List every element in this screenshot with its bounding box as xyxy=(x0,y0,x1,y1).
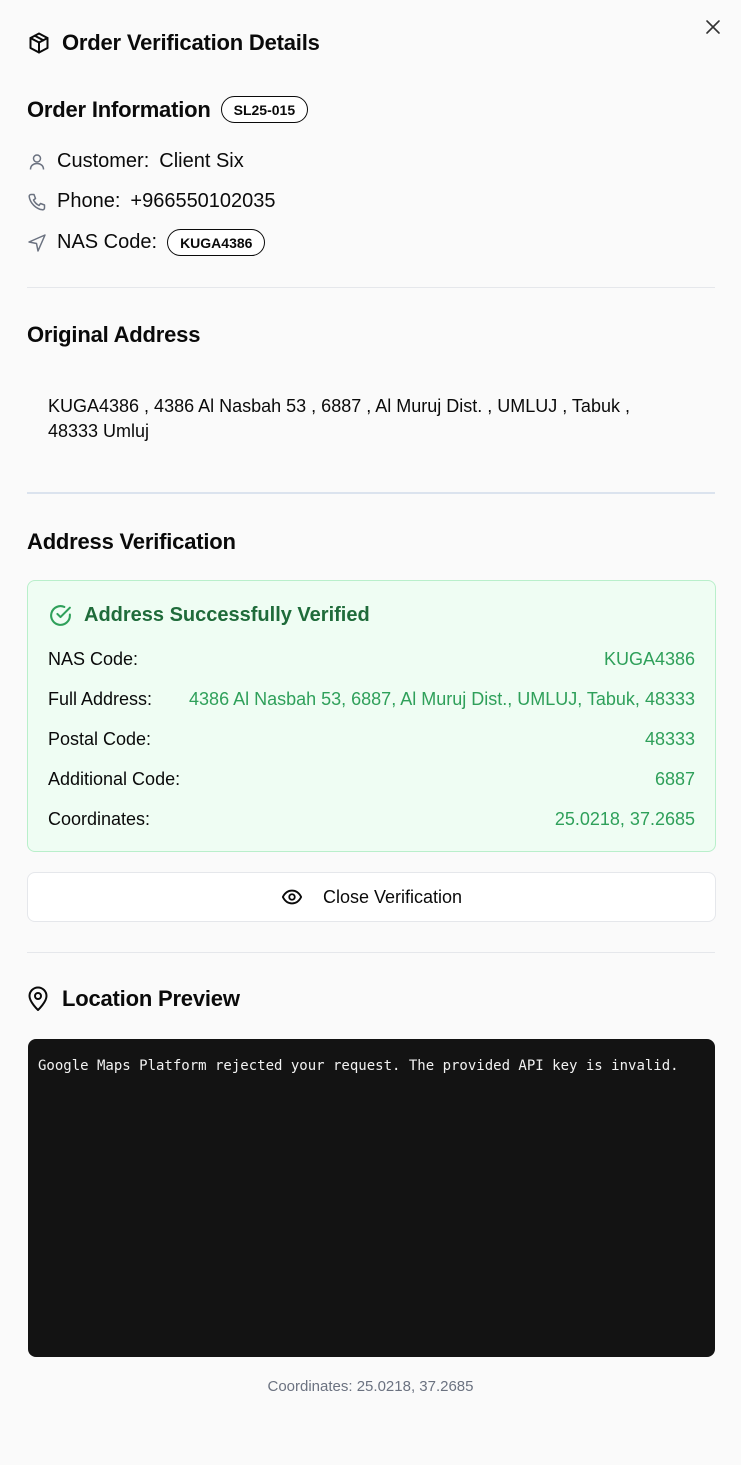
dialog-header: Order Verification Details xyxy=(27,30,320,56)
verification-value: 48333 xyxy=(644,729,695,749)
verification-label: Coordinates: xyxy=(48,809,151,829)
navigation-icon xyxy=(27,233,47,253)
dialog-title: Order Verification Details xyxy=(62,30,320,55)
phone-icon xyxy=(27,192,47,212)
verification-value: KUGA4386 xyxy=(603,649,695,669)
phone-label: Phone: xyxy=(57,190,121,212)
verification-status-text: Address Successfully Verified xyxy=(84,604,370,626)
close-verification-label: Close Verification xyxy=(322,886,463,907)
phone-value: +966550102035 xyxy=(130,190,276,212)
divider xyxy=(27,287,715,288)
map-pin-icon xyxy=(27,986,49,1012)
divider xyxy=(27,952,715,953)
order-information-header: Order Information SL25-015 xyxy=(27,96,309,123)
verification-label: Additional Code: xyxy=(48,769,181,789)
customer-label: Customer: xyxy=(57,150,150,172)
order-verification-dialog: Order Verification Details Order Informa… xyxy=(0,0,741,1465)
nas-code-badge: KUGA4386 xyxy=(167,229,266,256)
check-circle-icon xyxy=(48,603,73,628)
verification-value: 25.0218, 37.2685 xyxy=(554,809,695,829)
divider xyxy=(27,492,715,494)
location-preview-title: Location Preview xyxy=(62,986,240,1011)
verification-row-full-address: Full Address: 4386 Al Nasbah 53, 6887, A… xyxy=(48,689,695,710)
customer-row: Customer: Client Six xyxy=(27,150,244,173)
verification-status: Address Successfully Verified xyxy=(48,603,370,628)
map-preview[interactable]: Google Maps Platform rejected your reque… xyxy=(28,1039,715,1357)
original-address-text: KUGA4386 , 4386 Al Nasbah 53 , 6887 , Al… xyxy=(48,396,630,441)
close-icon[interactable] xyxy=(702,16,724,38)
nas-code-row: NAS Code: KUGA4386 xyxy=(27,229,266,256)
phone-row: Phone: +966550102035 xyxy=(27,190,276,213)
original-address-title: Original Address xyxy=(27,322,201,347)
user-icon xyxy=(27,152,47,172)
verification-result-card: Address Successfully Verified NAS Code: … xyxy=(27,580,716,852)
package-icon xyxy=(27,31,51,55)
verification-row-nas-code: NAS Code: KUGA4386 xyxy=(48,649,695,670)
customer-value: Client Six xyxy=(159,150,244,172)
nas-code-label: NAS Code: xyxy=(57,231,158,253)
coordinates-caption: Coordinates: 25.0218, 37.2685 xyxy=(267,1378,474,1395)
verification-label: Full Address: xyxy=(48,689,153,709)
address-verification-title: Address Verification xyxy=(27,529,236,554)
order-information-title: Order Information xyxy=(27,96,211,122)
eye-icon xyxy=(281,886,303,908)
order-id-badge: SL25-015 xyxy=(220,96,309,123)
verification-row-additional-code: Additional Code: 6887 xyxy=(48,769,695,790)
verification-row-coordinates: Coordinates: 25.0218, 37.2685 xyxy=(48,809,695,830)
location-preview-header: Location Preview xyxy=(27,986,240,1012)
verification-label: NAS Code: xyxy=(48,649,139,669)
verification-value: 4386 Al Nasbah 53, 6887, Al Muruj Dist.,… xyxy=(189,689,695,709)
verification-value: 6887 xyxy=(654,769,695,789)
close-verification-button[interactable]: Close Verification xyxy=(27,872,716,922)
verification-label: Postal Code: xyxy=(48,729,152,749)
verification-row-postal-code: Postal Code: 48333 xyxy=(48,729,695,750)
map-error-message: Google Maps Platform rejected your reque… xyxy=(38,1058,679,1074)
